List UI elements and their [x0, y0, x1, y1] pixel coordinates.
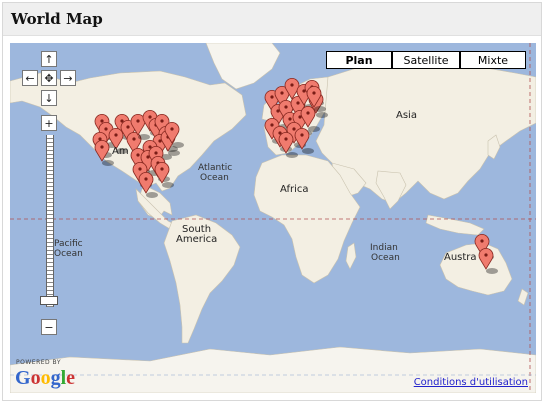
label-atlantic-2: Ocean — [200, 173, 229, 183]
marker-dot — [160, 119, 164, 123]
zoom-slider-track[interactable] — [46, 135, 54, 307]
marker-shadow — [172, 142, 184, 148]
pan-right-button[interactable]: → — [60, 70, 76, 86]
label-africa: Africa — [280, 184, 309, 195]
label-pacific-1: Pacific — [54, 239, 83, 249]
label-pacific-2: Ocean — [54, 249, 83, 259]
marker-shadow — [162, 182, 174, 188]
marker-dot — [306, 111, 310, 115]
marker-dot — [100, 145, 104, 149]
map-canvas — [10, 43, 536, 393]
google-logo[interactable]: Google — [15, 367, 75, 390]
pan-left-button[interactable]: ← — [22, 70, 38, 86]
marker-dot — [136, 119, 140, 123]
label-south-america-2: America — [176, 234, 218, 245]
marker-dot — [136, 153, 140, 157]
page-title: World Map — [11, 10, 103, 28]
marker-dot — [480, 239, 484, 243]
label-atlantic-1: Atlantic — [198, 163, 233, 173]
logo-letter: g — [50, 367, 61, 389]
marker-shadow — [146, 192, 158, 198]
marker-dot — [300, 133, 304, 137]
powered-by-label: POWERED BY — [16, 359, 62, 366]
pan-center-button[interactable]: ✥ — [41, 70, 57, 86]
map-type-satellite-button[interactable]: Satellite — [392, 51, 460, 69]
marker-dot — [484, 253, 488, 257]
marker-dot — [280, 91, 284, 95]
marker-dot — [270, 123, 274, 127]
world-map[interactable]: Asia Africa Atlantic Ocean South America… — [10, 43, 536, 393]
pan-down-button[interactable]: ↓ — [41, 90, 57, 106]
marker-shadow — [314, 106, 326, 112]
marker-shadow — [316, 112, 328, 118]
marker-shadow — [308, 126, 320, 132]
marker-dot — [148, 115, 152, 119]
terms-of-use-link[interactable]: Conditions d'utilisation — [414, 377, 528, 388]
logo-letter: e — [66, 367, 76, 389]
marker-shadow — [138, 134, 150, 140]
logo-letter: o — [30, 367, 41, 389]
zoom-out-button[interactable]: − — [41, 319, 57, 335]
marker-dot — [100, 119, 104, 123]
map-type-mixte-button[interactable]: Mixte — [460, 51, 526, 69]
logo-letter: o — [40, 367, 51, 389]
marker-shadow — [486, 268, 498, 274]
marker-shadow — [102, 160, 114, 166]
label-indian-2: Ocean — [371, 253, 400, 263]
marker-dot — [132, 137, 136, 141]
marker-dot — [126, 125, 130, 129]
marker-dot — [288, 117, 292, 121]
marker-dot — [292, 127, 296, 131]
zoom-in-button[interactable]: + — [41, 115, 57, 131]
marker-dot — [296, 101, 300, 105]
label-asia: Asia — [396, 110, 417, 121]
zoom-slider-handle[interactable] — [40, 296, 58, 305]
label-indian-1: Indian — [370, 243, 398, 253]
marker-dot — [170, 127, 174, 131]
marker-dot — [290, 83, 294, 87]
marker-shadow — [168, 150, 180, 156]
marker-dot — [154, 151, 158, 155]
marker-dot — [144, 177, 148, 181]
marker-dot — [284, 105, 288, 109]
marker-shadow — [286, 152, 298, 158]
marker-dot — [138, 167, 142, 171]
label-australia: Austra — [444, 252, 477, 263]
marker-dot — [312, 91, 316, 95]
label-north-america: Am — [112, 146, 129, 157]
marker-dot — [284, 137, 288, 141]
widget-header: World Map — [3, 3, 541, 36]
marker-dot — [104, 127, 108, 131]
marker-dot — [114, 133, 118, 137]
marker-dot — [160, 167, 164, 171]
logo-letter: G — [15, 367, 31, 389]
pan-up-button[interactable]: ↑ — [41, 51, 57, 67]
map-type-plan-button[interactable]: Plan — [326, 51, 392, 69]
marker-dot — [270, 95, 274, 99]
marker-shadow — [302, 148, 314, 154]
